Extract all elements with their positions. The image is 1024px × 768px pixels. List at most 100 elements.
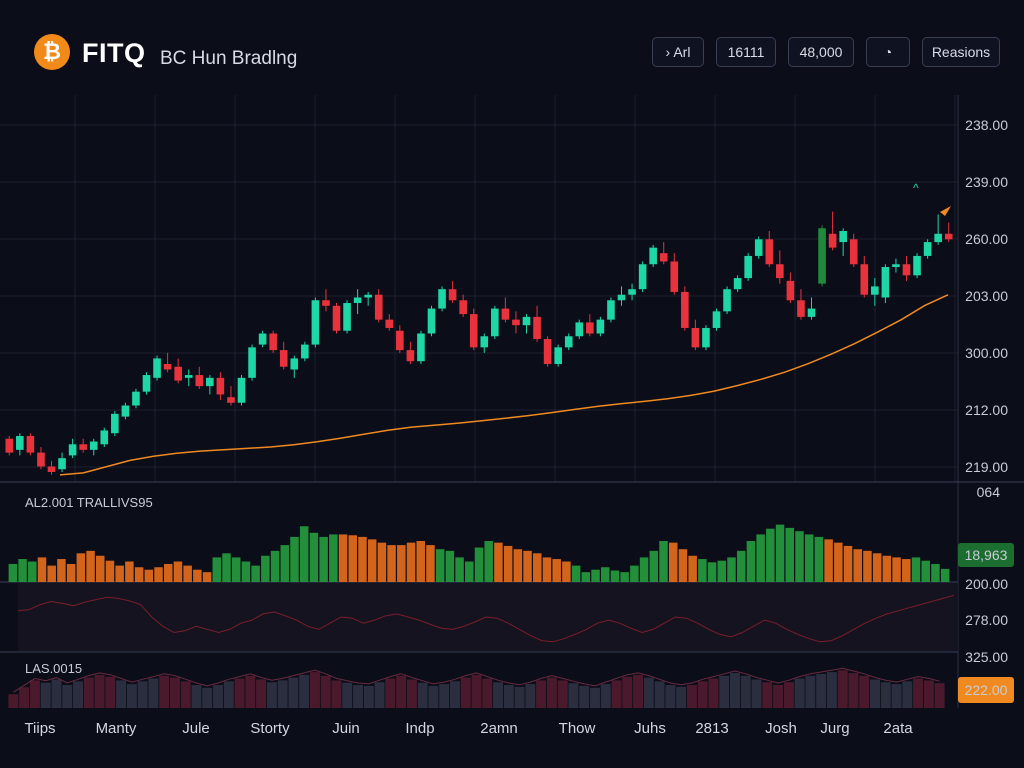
candle-body <box>659 253 668 262</box>
lower-bar <box>223 681 234 708</box>
grid <box>0 95 958 482</box>
x-tick-label: Jurg <box>820 720 849 737</box>
volume-bar <box>542 557 552 582</box>
volume-bar <box>804 534 814 582</box>
volume-bar <box>338 534 348 582</box>
volume-bar <box>445 550 455 582</box>
candle <box>649 244 657 268</box>
volume-bar <box>28 561 37 582</box>
candle-body <box>459 300 467 315</box>
volume-bars <box>8 524 950 582</box>
candle-body <box>47 466 56 472</box>
candle <box>406 341 415 364</box>
lower-bar <box>923 680 934 708</box>
candle-body <box>163 363 172 370</box>
volume-bar <box>183 565 192 582</box>
candle <box>828 211 837 251</box>
volume-panel-title: AL2.001 TRALLIVS95 <box>25 495 153 510</box>
volume-bar <box>775 524 785 582</box>
lower-bar <box>363 685 374 708</box>
candle-body <box>744 255 752 279</box>
candle <box>712 308 721 331</box>
lower-bar <box>751 679 762 708</box>
lower-bar <box>665 685 676 708</box>
lower-bar <box>794 678 805 708</box>
volume-bar <box>678 549 688 582</box>
lower-bar <box>342 682 353 708</box>
volume-bar <box>426 545 435 582</box>
candle <box>364 291 372 306</box>
candle <box>206 375 214 395</box>
candle <box>723 286 731 315</box>
volume-bar <box>134 567 144 582</box>
lower-bar <box>169 677 180 708</box>
volume-bar <box>940 568 950 582</box>
volume-bar <box>251 565 260 582</box>
candle <box>554 344 562 367</box>
candle <box>332 303 341 334</box>
candle-body <box>142 375 151 392</box>
candle <box>934 214 942 245</box>
x-tick-label: Juin <box>332 720 360 737</box>
candle <box>512 311 520 334</box>
volume-bar <box>329 534 338 582</box>
volume-bar <box>610 570 620 582</box>
candle-body <box>522 316 531 326</box>
candle <box>427 305 436 337</box>
volume-bar <box>18 559 27 582</box>
candle <box>702 325 710 351</box>
lower-bar <box>180 681 191 708</box>
volume-bar <box>688 555 697 582</box>
candle-body <box>417 333 425 362</box>
candle-body <box>332 305 341 331</box>
candle-body <box>353 297 362 304</box>
candle-body <box>754 239 763 256</box>
x-tick-label: Manty <box>96 720 137 737</box>
candle-body <box>607 300 615 320</box>
volume-bar <box>435 549 445 582</box>
volume-bar <box>523 550 532 582</box>
lower-bar <box>579 685 590 708</box>
trading-chart[interactable]: ^ 238.00 239.00 260.00 203.00 300.00 212.00 219… <box>0 0 1024 768</box>
x-tick-label: 2amn <box>480 720 518 737</box>
candle-body <box>586 322 594 334</box>
lower-bar <box>417 682 428 708</box>
volume-bar <box>76 553 86 582</box>
candle <box>26 433 35 456</box>
volume-bar <box>397 545 406 582</box>
candle-body <box>839 231 847 243</box>
candle <box>902 255 911 281</box>
volume-bar <box>513 549 523 582</box>
y-tick-label: 238.00 <box>965 117 1008 133</box>
lower-bar <box>234 678 245 708</box>
lower-bar <box>73 681 83 708</box>
lower-bar <box>8 694 19 708</box>
volume-bar <box>620 572 629 582</box>
volume-bar <box>96 555 105 582</box>
volume-bar <box>299 526 309 582</box>
candle-body <box>184 375 193 378</box>
candle-body <box>16 435 24 450</box>
lower-bar <box>202 687 213 708</box>
lower-bar <box>514 686 525 708</box>
candle <box>480 333 489 353</box>
lower-bar <box>374 682 385 708</box>
candle <box>227 386 235 406</box>
volume-bar <box>416 541 425 582</box>
candle <box>860 255 869 298</box>
candle <box>396 325 404 353</box>
y-tick-label: 325.00 <box>965 649 1008 665</box>
candle <box>586 314 594 337</box>
candle <box>839 228 847 256</box>
candle <box>237 375 246 406</box>
candle-body <box>849 239 858 265</box>
y-tick-label: 203.00 <box>965 288 1008 304</box>
y-tick-label: 278.00 <box>965 612 1008 628</box>
y-tick-label: 212.00 <box>965 402 1008 418</box>
volume-bar <box>853 549 862 582</box>
candle <box>733 275 742 292</box>
candle <box>670 253 679 295</box>
lower-bar <box>568 683 579 708</box>
candle <box>501 297 510 323</box>
volume-bar <box>231 557 241 582</box>
